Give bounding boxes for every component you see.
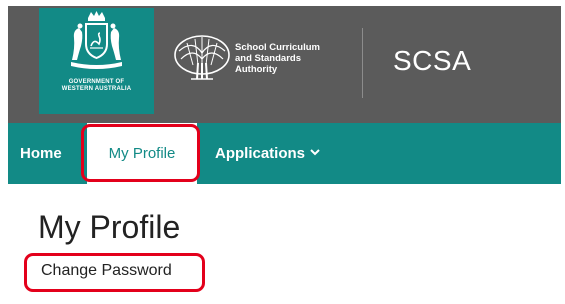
nav-item-applications[interactable]: Applications	[215, 123, 320, 184]
main-navigation: Home My Profile Applications	[8, 123, 561, 184]
header-divider	[362, 28, 363, 98]
site-header: GOVERNMENT OF WESTERN AUSTRALIA School C…	[8, 6, 561, 123]
page-title: My Profile	[38, 209, 181, 245]
wa-coat-of-arms-icon	[71, 11, 122, 69]
nav-item-applications-label: Applications	[215, 145, 306, 162]
change-password-link[interactable]: Change Password	[41, 262, 172, 280]
nav-item-home[interactable]: Home	[20, 123, 62, 184]
scsa-tree-emblem-icon	[174, 35, 230, 80]
organisation-line-2: and Standards	[235, 53, 301, 64]
chevron-down-icon	[310, 149, 320, 156]
nav-item-my-profile[interactable]: My Profile	[87, 123, 197, 184]
organisation-line-1: School Curriculum	[235, 42, 320, 53]
government-text: GOVERNMENT OF WESTERN AUSTRALIA	[39, 79, 154, 93]
page-frame: GOVERNMENT OF WESTERN AUSTRALIA School C…	[8, 6, 561, 304]
government-logo[interactable]: GOVERNMENT OF WESTERN AUSTRALIA	[39, 8, 154, 114]
organisation-line-3: Authority	[235, 64, 278, 75]
government-line-2: WESTERN AUSTRALIA	[61, 86, 132, 92]
government-line-1: GOVERNMENT OF	[68, 79, 125, 85]
organisation-name: School Curriculum and Standards Authorit…	[235, 42, 320, 75]
site-acronym[interactable]: SCSA	[393, 45, 471, 77]
